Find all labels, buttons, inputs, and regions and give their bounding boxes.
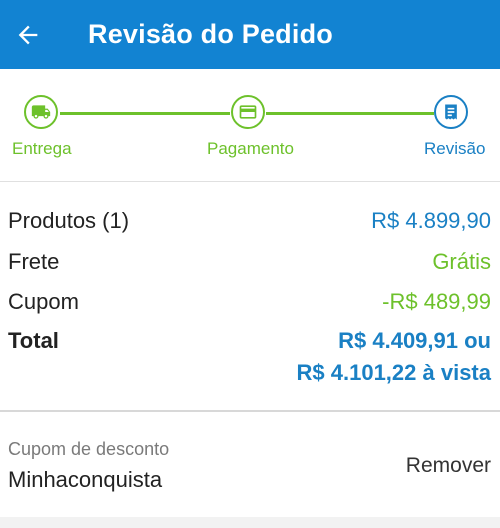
step-pagamento[interactable]: [231, 95, 265, 129]
step-connector-2: [266, 112, 434, 115]
frete-value: Grátis: [432, 249, 491, 274]
order-summary: Produtos (1) R$ 4.899,90 Frete Grátis Cu…: [0, 182, 500, 410]
step-label-pagamento: Pagamento: [207, 139, 294, 158]
remove-coupon-button[interactable]: Remover: [406, 454, 491, 478]
back-button[interactable]: [0, 7, 56, 63]
step-revisao[interactable]: [434, 95, 468, 129]
total-value: R$ 4.409,91 ou R$ 4.101,22 à vista: [297, 325, 491, 389]
coupon-code: Minhaconquista: [8, 467, 163, 492]
summary-row-produtos: Produtos (1) R$ 4.899,90: [8, 208, 491, 234]
total-label: Total: [8, 328, 59, 353]
frete-label: Frete: [8, 249, 60, 274]
credit-card-icon: [239, 105, 257, 119]
cupom-value: -R$ 489,99: [382, 289, 491, 314]
step-label-revisao: Revisão: [424, 139, 486, 158]
step-connector-1: [60, 112, 230, 115]
produtos-label: Produtos (1): [8, 208, 130, 233]
produtos-value: R$ 4.899,90: [371, 208, 491, 233]
cupom-label: Cupom: [8, 289, 79, 314]
coupon-section: Cupom de desconto Minhaconquista Remover: [0, 412, 500, 517]
summary-row-total: Total R$ 4.409,91 ou R$ 4.101,22 à vista: [8, 325, 491, 389]
page-title: Revisão do Pedido: [88, 19, 333, 49]
coupon-caption: Cupom de desconto: [8, 439, 170, 459]
total-value-installments: R$ 4.409,91 ou: [338, 328, 491, 353]
summary-row-cupom: Cupom -R$ 489,99: [8, 289, 491, 315]
total-value-cash: R$ 4.101,22 à vista: [296, 360, 491, 385]
receipt-icon: [445, 104, 457, 120]
truck-icon: [31, 105, 51, 119]
arrow-left-icon: [18, 25, 38, 44]
checkout-stepper: Entrega Pagamento Revisão: [0, 69, 500, 182]
summary-row-frete: Frete Grátis: [8, 249, 491, 275]
app-bar: Revisão do Pedido: [0, 0, 500, 69]
step-entrega[interactable]: [24, 95, 58, 129]
step-label-entrega: Entrega: [12, 139, 72, 158]
